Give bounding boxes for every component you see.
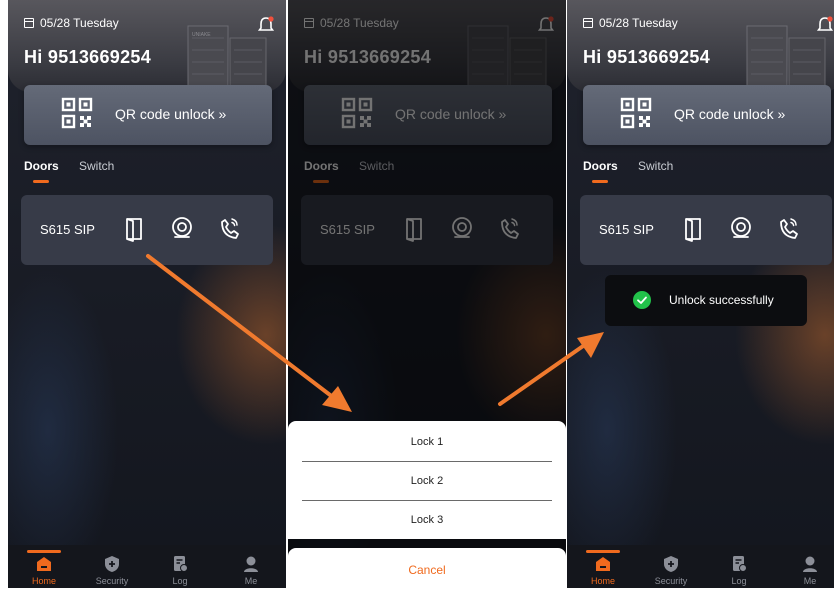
qr-code-icon	[61, 97, 93, 129]
nav-home-label: Home	[590, 576, 615, 586]
nav-me-label: Me	[244, 576, 258, 586]
date-text: 05/28 Tuesday	[40, 16, 119, 30]
person-icon	[244, 556, 258, 572]
nav-me[interactable]: Me	[226, 550, 276, 586]
bottom-nav: Home Security Log Me	[567, 545, 834, 588]
tab-active-indicator	[33, 180, 49, 183]
lock-action-sheet: Lock 1 Lock 2 Lock 3	[288, 421, 566, 539]
svg-text:UNIAKE: UNIAKE	[192, 32, 211, 38]
call-icon[interactable]	[774, 213, 802, 245]
cancel-button[interactable]: Cancel	[288, 548, 566, 588]
nav-log[interactable]: Log	[155, 550, 205, 586]
building-illustration: UNIAKE	[187, 25, 267, 90]
door-name: S615 SIP	[40, 222, 95, 237]
log-icon	[733, 556, 747, 572]
qr-unlock-button[interactable]: QR code unlock »	[24, 85, 272, 145]
bell-icon[interactable]	[258, 16, 274, 34]
greeting: Hi 9513669254	[24, 47, 152, 67]
camera-icon[interactable]	[727, 213, 755, 245]
qr-code-icon	[620, 97, 652, 129]
nav-active-indicator	[27, 550, 61, 553]
tab-switch[interactable]: Switch	[638, 159, 673, 173]
nav-log-label: Log	[172, 576, 188, 586]
door-unlock-icon[interactable]	[680, 213, 708, 245]
nav-home[interactable]: Home	[19, 550, 69, 586]
shield-icon	[664, 556, 678, 572]
home-icon	[596, 557, 610, 571]
person-icon	[803, 556, 817, 572]
calendar-icon	[24, 18, 34, 28]
camera-icon[interactable]	[168, 213, 196, 245]
bell-icon[interactable]	[817, 16, 833, 34]
shield-icon	[105, 556, 119, 572]
screen-home: UNIAKE 05/28 Tuesday Hi 9513669254 QR co…	[8, 0, 286, 588]
nav-home[interactable]: Home	[578, 550, 628, 586]
nav-security[interactable]: Security	[87, 550, 137, 586]
date-text: 05/28 Tuesday	[599, 16, 678, 30]
nav-me-label: Me	[803, 576, 817, 586]
qr-unlock-label: QR code unlock »	[674, 106, 786, 122]
date-display: 05/28 Tuesday	[24, 16, 119, 30]
nav-security-label: Security	[654, 576, 688, 586]
building-illustration	[746, 25, 826, 90]
door-unlock-icon[interactable]	[121, 213, 149, 245]
unlock-success-toast: Unlock successfully	[605, 275, 807, 326]
screen-unlock-success: 05/28 Tuesday Hi 9513669254 QR code unlo…	[567, 0, 834, 588]
door-card: S615 SIP	[21, 195, 273, 265]
nav-security[interactable]: Security	[646, 550, 696, 586]
check-circle-icon	[633, 291, 651, 309]
lock-1-option[interactable]: Lock 1	[288, 422, 566, 462]
calendar-icon	[583, 18, 593, 28]
lock-2-option[interactable]: Lock 2	[288, 461, 566, 501]
greeting: Hi 9513669254	[583, 47, 711, 67]
home-icon	[37, 557, 51, 571]
qr-unlock-label: QR code unlock »	[115, 106, 227, 122]
nav-active-indicator	[586, 550, 620, 553]
tab-switch[interactable]: Switch	[79, 159, 114, 173]
nav-me[interactable]: Me	[785, 550, 834, 586]
tab-doors[interactable]: Doors	[24, 159, 59, 173]
nav-log-label: Log	[731, 576, 747, 586]
qr-unlock-button[interactable]: QR code unlock »	[583, 85, 831, 145]
nav-home-label: Home	[31, 576, 56, 586]
tab-active-indicator	[592, 180, 608, 183]
bottom-nav: Home Security Log Me	[8, 545, 286, 588]
lock-3-option[interactable]: Lock 3	[288, 500, 566, 540]
nav-log[interactable]: Log	[714, 550, 764, 586]
tab-doors[interactable]: Doors	[583, 159, 618, 173]
header: UNIAKE 05/28 Tuesday Hi 9513669254	[8, 0, 286, 92]
header: 05/28 Tuesday Hi 9513669254	[567, 0, 834, 92]
nav-security-label: Security	[95, 576, 129, 586]
toast-message: Unlock successfully	[669, 293, 774, 307]
door-name: S615 SIP	[599, 222, 654, 237]
door-card: S615 SIP	[580, 195, 832, 265]
call-icon[interactable]	[215, 213, 243, 245]
log-icon	[174, 556, 188, 572]
date-display: 05/28 Tuesday	[583, 16, 678, 30]
